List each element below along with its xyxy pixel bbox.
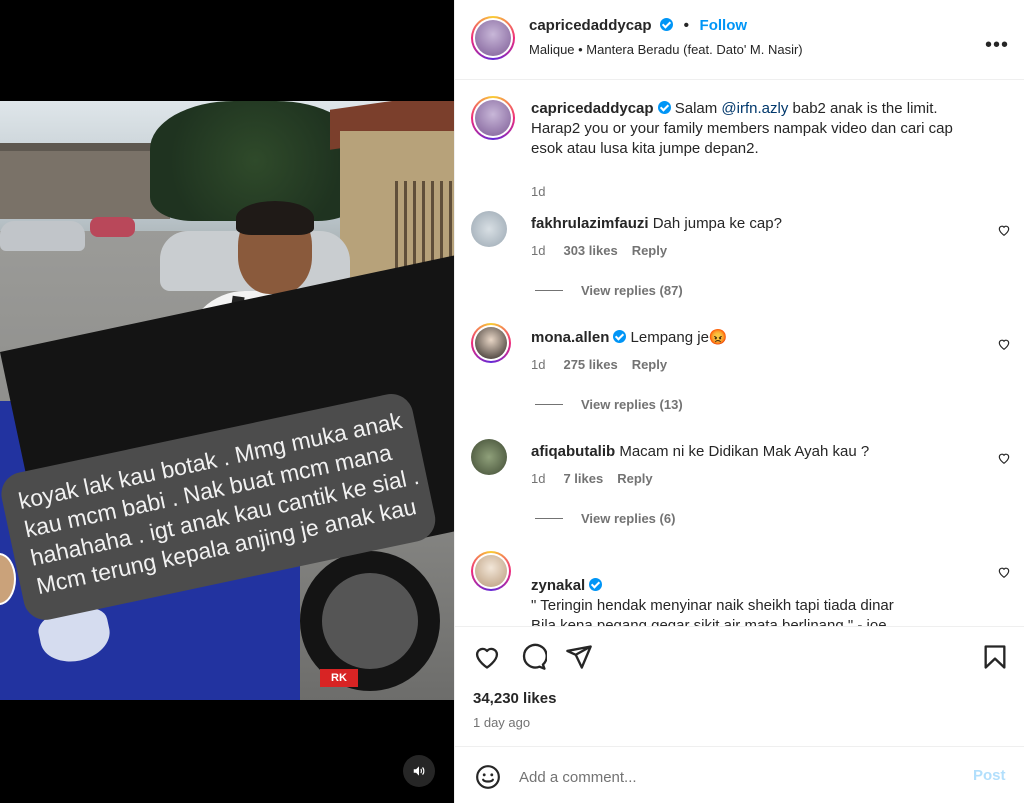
- verified-badge-icon: [660, 18, 674, 31]
- likes-count[interactable]: 34,230 likes: [473, 690, 556, 707]
- replies-divider: [535, 404, 563, 405]
- comment-text: Macam ni ke Didikan Mak Ayah kau ?: [619, 443, 870, 460]
- follow-button[interactable]: Follow: [700, 17, 748, 34]
- share-send-icon[interactable]: [565, 643, 593, 671]
- reply-button[interactable]: Reply: [617, 471, 652, 486]
- comment-likes[interactable]: 275 likes: [563, 357, 617, 372]
- like-comment-heart-icon[interactable]: [997, 451, 1011, 465]
- reply-button[interactable]: Reply: [632, 243, 667, 258]
- replies-divider: [535, 290, 563, 291]
- save-bookmark-icon[interactable]: [981, 643, 1009, 671]
- comment-input[interactable]: [519, 763, 959, 791]
- comment-age: 1d: [531, 243, 546, 258]
- view-replies-button[interactable]: View replies (6): [535, 511, 675, 526]
- separator: •: [683, 17, 690, 34]
- caption-username[interactable]: capricedaddycap: [531, 100, 654, 117]
- post-media[interactable]: RK koyak lak kau botak . Mmg muka anak k…: [0, 0, 454, 803]
- comment-age: 1d: [531, 357, 546, 372]
- comment-username[interactable]: zynakal: [531, 577, 585, 594]
- like-heart-icon[interactable]: [473, 643, 501, 671]
- parked-car: [0, 221, 85, 251]
- like-comment-heart-icon[interactable]: [997, 565, 1011, 579]
- caption-body: capricedaddycap Salam @irfn.azly bab2 an…: [531, 99, 986, 159]
- comment-text: " Teringin hendak menyinar naik sheikh t…: [531, 597, 894, 626]
- author-username[interactable]: capricedaddycap: [529, 17, 652, 34]
- more-options-button[interactable]: •••: [985, 34, 1009, 57]
- comment-bubble-icon[interactable]: [519, 643, 547, 671]
- verified-badge-icon: [589, 578, 603, 591]
- caption-age: 1d: [531, 184, 546, 199]
- post-side-panel: capricedaddycap • Follow Malique • Mante…: [454, 0, 1024, 803]
- caption-author-avatar[interactable]: [471, 96, 515, 140]
- comment-text: Dah jumpa ke cap?: [652, 215, 782, 232]
- comment-body: mona.allen Lempang je😡: [531, 328, 986, 348]
- author-avatar[interactable]: [471, 16, 515, 60]
- verified-badge-icon: [657, 101, 671, 114]
- commenter-avatar[interactable]: [471, 439, 507, 475]
- post-comment-button[interactable]: Post: [973, 767, 1006, 784]
- reply-button[interactable]: Reply: [632, 357, 667, 372]
- view-replies-button[interactable]: View replies (13): [535, 397, 683, 412]
- audio-track-link[interactable]: Malique • Mantera Beradu (feat. Dato' M.…: [529, 42, 803, 57]
- post-actions: 34,230 likes 1 day ago: [455, 626, 1024, 746]
- replies-divider: [535, 518, 563, 519]
- sound-toggle-button[interactable]: [403, 755, 435, 787]
- comment-age: 1d: [531, 471, 546, 486]
- comment-meta: 1d 275 likes Reply: [531, 357, 667, 372]
- view-replies-label: View replies (6): [581, 511, 676, 526]
- comment-body: fakhrulazimfauzi Dah jumpa ke cap?: [531, 214, 986, 234]
- post-header: capricedaddycap • Follow Malique • Mante…: [455, 0, 1024, 80]
- header-title-row: capricedaddycap • Follow: [529, 17, 747, 35]
- person-hair: [236, 201, 314, 235]
- like-comment-heart-icon[interactable]: [997, 223, 1011, 237]
- comment-username[interactable]: mona.allen: [531, 329, 609, 346]
- view-replies-label: View replies (87): [581, 283, 683, 298]
- comment-body: zynakal " Teringin hendak menyinar naik …: [531, 556, 986, 626]
- post-time[interactable]: 1 day ago: [473, 715, 530, 730]
- commenter-avatar[interactable]: [471, 551, 511, 591]
- comment-username[interactable]: afiqabutalib: [531, 443, 615, 460]
- plate-badge: RK: [320, 669, 358, 687]
- mention-link[interactable]: @irfn.azly: [721, 100, 788, 117]
- commenter-avatar[interactable]: [471, 211, 507, 247]
- background-buildings: [0, 143, 170, 219]
- commenter-avatar[interactable]: [471, 323, 511, 363]
- speaker-icon: [413, 766, 425, 776]
- comment-meta: 1d 303 likes Reply: [531, 243, 667, 258]
- comment-body: afiqabutalib Macam ni ke Didikan Mak Aya…: [531, 442, 986, 462]
- comment-meta: 1d 7 likes Reply: [531, 471, 653, 486]
- verified-badge-icon: [613, 330, 627, 343]
- view-replies-label: View replies (13): [581, 397, 683, 412]
- comment-text: Lempang je😡: [630, 329, 728, 346]
- add-comment-bar: Post: [455, 746, 1024, 803]
- comment-likes[interactable]: 303 likes: [563, 243, 617, 258]
- comments-list[interactable]: capricedaddycap Salam @irfn.azly bab2 an…: [455, 80, 1024, 626]
- comment-likes[interactable]: 7 likes: [563, 471, 603, 486]
- comment-username[interactable]: fakhrulazimfauzi: [531, 215, 649, 232]
- caption-text-before: Salam: [674, 100, 722, 117]
- emoji-smiley-icon[interactable]: [475, 764, 501, 790]
- like-comment-heart-icon[interactable]: [997, 337, 1011, 351]
- view-replies-button[interactable]: View replies (87): [535, 283, 683, 298]
- parked-car: [90, 217, 135, 237]
